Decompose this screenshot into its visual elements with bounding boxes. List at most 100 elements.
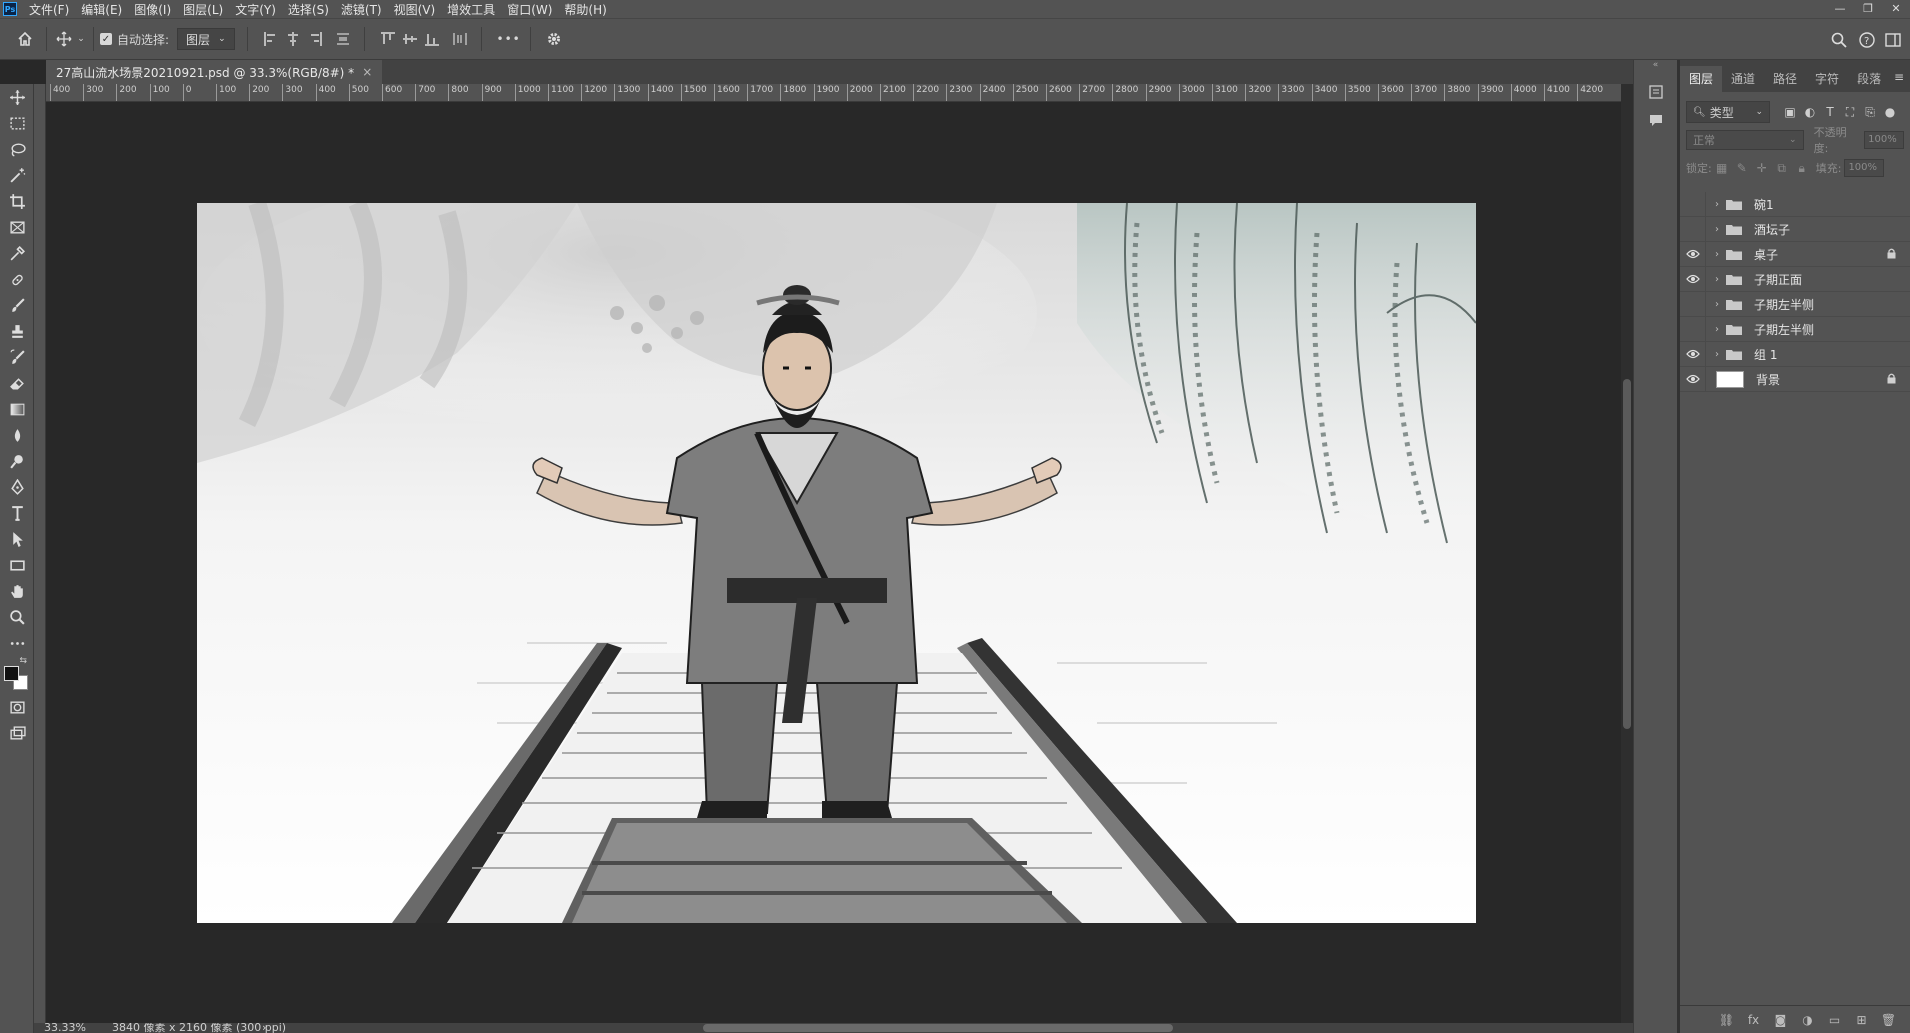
path-selection-icon[interactable] bbox=[0, 526, 34, 552]
blend-mode-dropdown[interactable]: 正常 ⌄ bbox=[1686, 130, 1804, 150]
new-group-icon[interactable]: ▭ bbox=[1821, 1013, 1848, 1027]
layer-style-icon[interactable]: fx bbox=[1740, 1013, 1767, 1027]
rectangle-tool-icon[interactable] bbox=[0, 552, 34, 578]
filter-smart-object-icon[interactable]: ⎘ bbox=[1860, 105, 1880, 120]
screen-mode-icon[interactable] bbox=[0, 720, 34, 746]
distribute-icon[interactable] bbox=[332, 28, 354, 50]
menu-item[interactable]: 文件(F) bbox=[23, 1, 75, 18]
lock-transparent-icon[interactable]: ▦ bbox=[1712, 161, 1732, 175]
hand-tool-icon[interactable] bbox=[0, 578, 34, 604]
help-icon[interactable]: ? bbox=[1856, 29, 1878, 51]
scrollbar-thumb[interactable] bbox=[1623, 379, 1631, 729]
lock-position-icon[interactable]: ✛ bbox=[1752, 161, 1772, 175]
visibility-toggle[interactable] bbox=[1680, 291, 1706, 317]
filter-pixel-icon[interactable]: ▣ bbox=[1780, 105, 1800, 120]
more-options-icon[interactable]: ••• bbox=[494, 28, 524, 50]
zoom-level[interactable]: 33.33% bbox=[44, 1023, 86, 1033]
new-layer-icon[interactable]: ⊞ bbox=[1848, 1013, 1875, 1027]
document-tab[interactable]: 27高山流水场景20210921.psd @ 33.3%(RGB/8#) * × bbox=[46, 60, 383, 84]
magic-wand-icon[interactable] bbox=[0, 162, 34, 188]
link-layers-icon[interactable]: ⛓ bbox=[1713, 1013, 1740, 1027]
add-mask-icon[interactable]: ◙ bbox=[1767, 1013, 1794, 1027]
marquee-tool-icon[interactable] bbox=[0, 110, 34, 136]
fill-input[interactable]: 100% bbox=[1844, 159, 1885, 177]
align-top-icon[interactable] bbox=[377, 28, 399, 50]
tab-paths[interactable]: 路径 bbox=[1764, 66, 1806, 92]
eyedropper-icon[interactable] bbox=[0, 240, 34, 266]
delete-layer-icon[interactable]: 🗑︎ bbox=[1875, 1013, 1902, 1027]
comments-panel-icon[interactable] bbox=[1634, 106, 1678, 134]
eye-icon[interactable] bbox=[1680, 266, 1706, 292]
search-icon[interactable] bbox=[1828, 29, 1850, 51]
menu-item[interactable]: 图层(L) bbox=[177, 1, 229, 18]
expand-chevron-icon[interactable]: › bbox=[1710, 224, 1724, 235]
panel-menu-icon[interactable]: ≡ bbox=[1894, 70, 1904, 84]
layer-filter-dropdown[interactable]: 🔍︎ 类型 ⌄ bbox=[1686, 101, 1770, 123]
frame-tool-icon[interactable] bbox=[0, 214, 34, 240]
gear-icon[interactable] bbox=[543, 28, 565, 50]
minimize-button[interactable]: — bbox=[1826, 0, 1854, 18]
align-bottom-icon[interactable] bbox=[421, 28, 443, 50]
restore-button[interactable]: ❐ bbox=[1854, 0, 1882, 18]
expand-chevron-icon[interactable]: › bbox=[1710, 324, 1724, 335]
document-canvas[interactable] bbox=[197, 203, 1476, 923]
lock-all-icon[interactable]: 🔒︎ bbox=[1792, 161, 1812, 176]
expand-chevron-icon[interactable]: › bbox=[1710, 274, 1724, 285]
visibility-toggle[interactable] bbox=[1680, 216, 1706, 242]
menu-item[interactable]: 帮助(H) bbox=[558, 1, 612, 18]
layer-row[interactable]: › 碗1 bbox=[1680, 191, 1910, 217]
workspace-icon[interactable] bbox=[1882, 29, 1904, 51]
pen-tool-icon[interactable] bbox=[0, 474, 34, 500]
menu-item[interactable]: 窗口(W) bbox=[501, 1, 558, 18]
healing-brush-icon[interactable] bbox=[0, 266, 34, 292]
horizontal-scrollbar-thumb[interactable] bbox=[703, 1024, 1173, 1032]
foreground-color-swatch[interactable] bbox=[4, 666, 19, 681]
dodge-tool-icon[interactable] bbox=[0, 448, 34, 474]
expand-chevron-icon[interactable]: › bbox=[1710, 249, 1724, 260]
layer-row[interactable]: › 酒坛子 bbox=[1680, 216, 1910, 242]
eraser-icon[interactable] bbox=[0, 370, 34, 396]
home-icon[interactable] bbox=[10, 28, 40, 50]
clone-stamp-icon[interactable] bbox=[0, 318, 34, 344]
eye-icon[interactable] bbox=[1680, 241, 1706, 267]
align-center-icon[interactable] bbox=[282, 28, 304, 50]
filter-type-icon[interactable]: T bbox=[1820, 105, 1840, 120]
menu-item[interactable]: 视图(V) bbox=[388, 1, 442, 18]
brush-tool-icon[interactable] bbox=[0, 292, 34, 318]
distribute-vertical-icon[interactable] bbox=[449, 28, 471, 50]
move-tool-icon[interactable] bbox=[0, 84, 34, 110]
move-tool-icon[interactable] bbox=[53, 28, 75, 50]
opacity-input[interactable]: 100% bbox=[1864, 131, 1904, 149]
menu-item[interactable]: 选择(S) bbox=[282, 1, 335, 18]
history-panel-icon[interactable] bbox=[1634, 78, 1678, 106]
layer-row[interactable]: › 子期左半侧 bbox=[1680, 316, 1910, 342]
collapse-arrows-icon[interactable]: « bbox=[1634, 60, 1677, 78]
adjustment-layer-icon[interactable]: ◑ bbox=[1794, 1013, 1821, 1027]
swap-colors-icon[interactable]: ⇆ bbox=[19, 656, 27, 666]
align-right-icon[interactable] bbox=[304, 28, 326, 50]
align-left-icon[interactable] bbox=[260, 28, 282, 50]
visibility-toggle[interactable] bbox=[1680, 316, 1706, 342]
menu-item[interactable]: 文字(Y) bbox=[229, 1, 282, 18]
quick-mask-icon[interactable] bbox=[0, 694, 34, 720]
visibility-toggle[interactable] bbox=[1680, 191, 1706, 217]
lock-artboard-icon[interactable]: ⧉ bbox=[1772, 161, 1792, 176]
filter-toggle-icon[interactable]: ● bbox=[1880, 105, 1900, 120]
align-middle-icon[interactable] bbox=[399, 28, 421, 50]
tab-paragraph[interactable]: 段落 bbox=[1848, 66, 1890, 92]
tab-channels[interactable]: 通道 bbox=[1722, 66, 1764, 92]
filter-adjustment-icon[interactable]: ◐ bbox=[1800, 105, 1820, 120]
layer-row[interactable]: › 桌子 bbox=[1680, 241, 1910, 267]
gradient-tool-icon[interactable] bbox=[0, 396, 34, 422]
zoom-tool-icon[interactable] bbox=[0, 604, 34, 630]
auto-select-checkbox[interactable]: ✓ bbox=[100, 33, 112, 45]
layer-row[interactable]: › 子期正面 bbox=[1680, 266, 1910, 292]
tab-layers[interactable]: 图层 bbox=[1680, 66, 1723, 92]
expand-chevron-icon[interactable]: › bbox=[1710, 199, 1724, 210]
lock-image-icon[interactable]: ✎ bbox=[1732, 161, 1752, 175]
crop-tool-icon[interactable] bbox=[0, 188, 34, 214]
layer-row[interactable]: › 子期左半侧 bbox=[1680, 291, 1910, 317]
history-brush-icon[interactable] bbox=[0, 344, 34, 370]
layer-row[interactable]: 背景 bbox=[1680, 366, 1910, 392]
eye-icon[interactable] bbox=[1680, 341, 1706, 367]
